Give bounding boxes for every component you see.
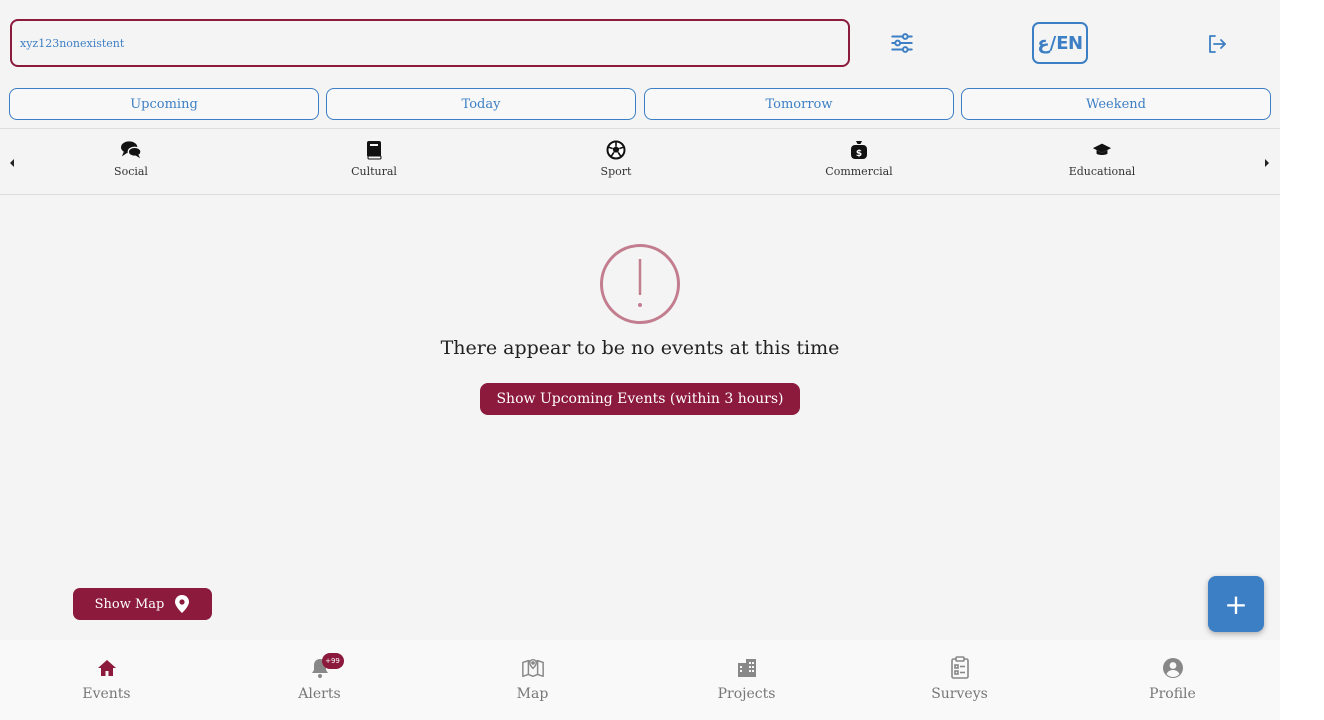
category-label: Social — [114, 165, 148, 178]
nav-item-surveys[interactable]: Surveys — [853, 640, 1066, 720]
category-cultural[interactable]: Cultural — [304, 139, 444, 187]
nav-label: Map — [516, 686, 549, 702]
money-bag-icon: $ — [848, 139, 870, 161]
tab-today[interactable]: Today — [326, 88, 636, 120]
tab-weekend[interactable]: Weekend — [961, 88, 1271, 120]
scroll-right-button[interactable] — [1262, 155, 1274, 169]
category-label: Cultural — [351, 165, 397, 178]
caret-left-icon — [10, 159, 14, 167]
exclamation-circle-icon — [599, 243, 681, 325]
nav-label: Surveys — [931, 686, 988, 702]
nav-label: Profile — [1149, 686, 1196, 702]
language-toggle-button[interactable]: ع/EN — [1032, 22, 1088, 64]
map-icon — [521, 656, 545, 680]
tab-tomorrow[interactable]: Tomorrow — [644, 88, 954, 120]
sliders-icon — [891, 33, 913, 53]
nav-label: Events — [82, 686, 131, 702]
home-icon — [95, 656, 119, 680]
show-map-button[interactable]: Show Map — [73, 588, 212, 620]
category-social[interactable]: Social — [61, 139, 201, 187]
category-label: Educational — [1068, 165, 1136, 178]
tab-label: Upcoming — [130, 96, 198, 112]
search-input[interactable] — [20, 36, 848, 50]
map-pin-icon — [175, 595, 190, 613]
svg-text:$: $ — [856, 149, 862, 159]
category-educational[interactable]: Educational — [1032, 139, 1172, 187]
caret-right-icon — [1265, 159, 1269, 167]
nav-item-profile[interactable]: Profile — [1066, 640, 1279, 720]
comments-icon — [120, 139, 142, 161]
tab-upcoming[interactable]: Upcoming — [9, 88, 319, 120]
alerts-badge: +99 — [321, 653, 344, 669]
bottom-navigation: Events +99 Alerts Map Projects Surveys P… — [0, 640, 1280, 720]
empty-state-message: There appear to be no events at this tim… — [440, 337, 840, 359]
category-label: Sport — [600, 165, 632, 178]
category-label: Commercial — [825, 165, 893, 178]
logout-button[interactable] — [1202, 29, 1232, 59]
category-strip: Social Cultural Sport $ Commercial Educa… — [0, 128, 1280, 195]
search-box[interactable] — [10, 19, 850, 67]
football-icon — [605, 139, 627, 161]
nav-item-map[interactable]: Map — [426, 640, 639, 720]
nav-item-alerts[interactable]: +99 Alerts — [213, 640, 426, 720]
clipboard-icon — [948, 656, 972, 680]
logout-icon — [1209, 35, 1226, 53]
nav-item-projects[interactable]: Projects — [640, 640, 853, 720]
show-map-label: Show Map — [94, 596, 165, 612]
tab-label: Today — [461, 96, 501, 112]
app-root: ع/EN Upcoming Today Tomorrow Weekend Soc… — [0, 0, 1280, 720]
nav-item-events[interactable]: Events — [0, 640, 213, 720]
language-label: ع/EN — [1037, 32, 1083, 54]
building-icon — [735, 656, 759, 680]
bell-icon: +99 — [308, 653, 344, 680]
book-icon — [363, 139, 385, 161]
tab-label: Tomorrow — [765, 96, 833, 112]
scroll-left-button[interactable] — [7, 155, 19, 169]
category-sport[interactable]: Sport — [546, 139, 686, 187]
category-commercial[interactable]: $ Commercial — [789, 139, 929, 187]
add-event-button[interactable]: + — [1208, 576, 1264, 632]
graduation-cap-icon — [1091, 139, 1113, 161]
show-upcoming-events-button[interactable]: Show Upcoming Events (within 3 hours) — [480, 383, 800, 415]
tab-label: Weekend — [1086, 96, 1146, 112]
filter-button[interactable] — [886, 27, 918, 59]
user-circle-icon — [1161, 656, 1185, 680]
nav-label: Alerts — [298, 686, 341, 702]
nav-label: Projects — [717, 686, 776, 702]
